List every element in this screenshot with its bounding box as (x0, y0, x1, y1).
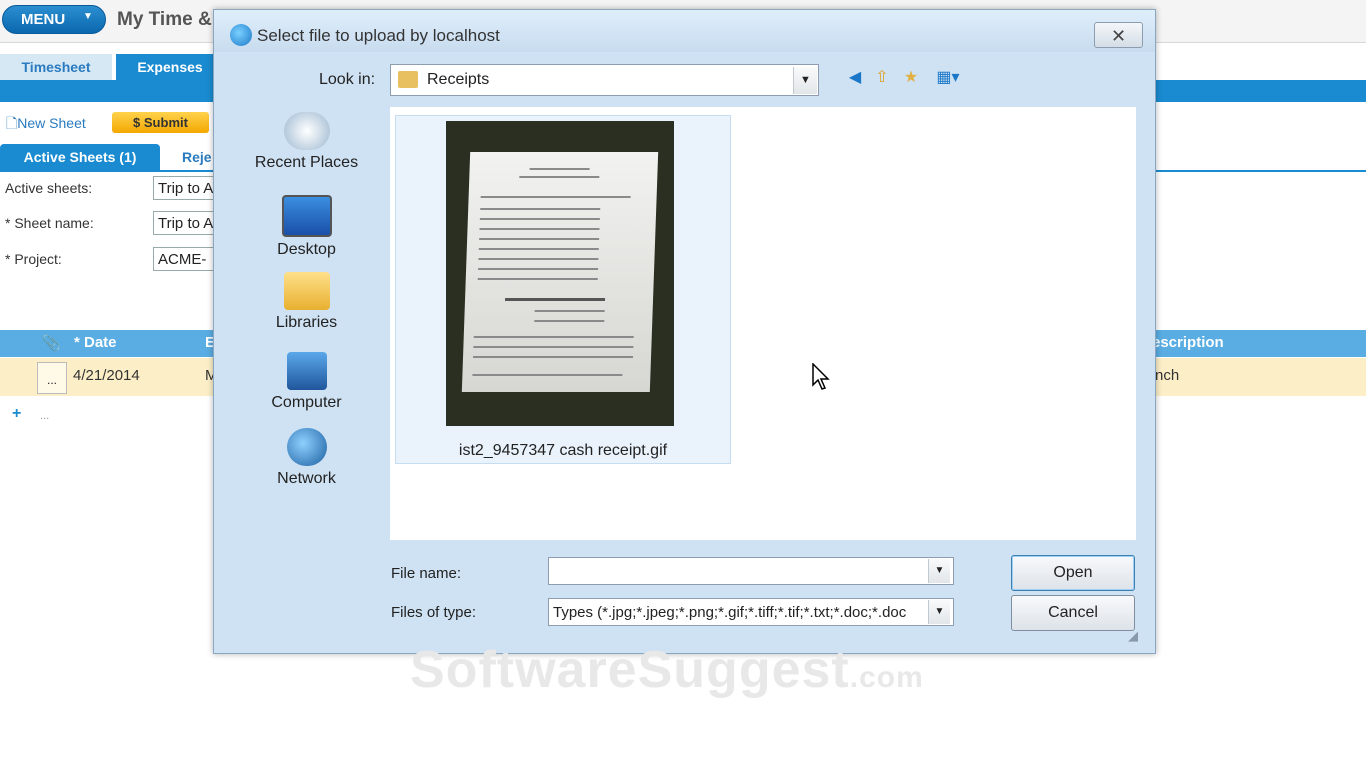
tab-expenses[interactable]: Expenses (116, 54, 224, 80)
desktop-icon (281, 195, 332, 237)
file-name-label: File name: (391, 565, 462, 582)
new-sheet-label: New Sheet (17, 115, 86, 131)
menu-label: MENU (21, 11, 66, 28)
libraries-icon (283, 272, 330, 310)
place-label: Libraries (275, 314, 338, 331)
open-button[interactable]: Open (1011, 555, 1135, 591)
menu-button[interactable]: MENU ▼ (2, 5, 106, 34)
watermark: SoftwareSuggest.com (410, 640, 924, 700)
row-attach-button[interactable]: ... (37, 362, 67, 394)
computer-icon (286, 352, 327, 390)
row-description: nch (1155, 367, 1180, 384)
app-title: My Time & (117, 9, 212, 30)
submit-button[interactable]: $ Submit (112, 112, 209, 133)
attachment-icon: 📎 (42, 335, 61, 352)
place-recent-places[interactable]: Recent Places (234, 112, 379, 172)
chevron-down-icon[interactable]: ▼ (928, 600, 950, 624)
network-icon (286, 428, 327, 466)
place-libraries[interactable]: Libraries (234, 272, 379, 332)
add-row-icon[interactable]: + (12, 405, 21, 423)
browser-icon (230, 24, 252, 46)
active-sheets-label: Active sheets: (5, 180, 93, 196)
place-computer[interactable]: Computer (234, 352, 379, 412)
place-label: Desktop (277, 241, 336, 258)
place-label: Computer (271, 394, 342, 411)
place-label: Recent Places (254, 154, 359, 171)
files-of-type-value: Types (*.jpg;*.jpeg;*.png;*.gif;*.tiff;*… (553, 604, 907, 621)
back-icon[interactable]: ◀ (844, 67, 866, 89)
project-label: * Project: (5, 251, 62, 267)
chevron-down-icon[interactable]: ▼ (793, 67, 817, 94)
grid-header-date[interactable]: * Date (74, 334, 117, 351)
new-sheet-button[interactable]: 🗋New Sheet (6, 113, 86, 137)
view-menu-icon[interactable]: ▦▾ (930, 67, 966, 89)
receipt-image (461, 152, 659, 392)
place-label: Network (277, 470, 336, 487)
file-name-caption: ist2_9457347 cash receipt.gif (458, 442, 668, 459)
dialog-title: Select file to upload by localhost (257, 26, 500, 45)
grid-header-description[interactable]: escription (1152, 334, 1224, 351)
tab-active-sheets[interactable]: Active Sheets (1) (0, 144, 160, 170)
resize-grip-icon[interactable]: ◢ (1128, 628, 1138, 644)
close-button[interactable]: ✕ (1094, 22, 1143, 48)
watermark-suffix: .com (849, 661, 924, 694)
place-network[interactable]: Network (234, 428, 379, 488)
mouse-cursor-icon (812, 363, 830, 390)
add-row-dots: ... (40, 410, 50, 422)
folder-icon (398, 71, 418, 88)
files-of-type-label: Files of type: (391, 604, 477, 621)
recent-places-icon (283, 112, 330, 150)
look-in-value: Receipts (427, 71, 490, 88)
new-sheet-icon: 🗋 (6, 115, 18, 131)
row-date: 4/21/2014 (73, 367, 140, 384)
chevron-down-icon: ▼ (83, 11, 93, 22)
watermark-main: SoftwareSuggest (410, 641, 850, 699)
look-in-label: Look in: (319, 71, 376, 88)
tab-rejected-sheets[interactable]: Reje (182, 149, 212, 165)
up-folder-icon[interactable]: ⇧ (871, 67, 893, 89)
sheet-name-label: * Sheet name: (5, 215, 94, 231)
place-desktop[interactable]: Desktop (234, 195, 379, 259)
tab-timesheet[interactable]: Timesheet (0, 54, 112, 80)
chevron-down-icon[interactable]: ▼ (928, 559, 950, 583)
dollar-icon: $ (133, 115, 144, 130)
file-name-input[interactable] (548, 557, 954, 585)
cancel-button[interactable]: Cancel (1011, 595, 1135, 631)
new-folder-icon[interactable]: ★ (900, 67, 922, 89)
submit-label: Submit (143, 115, 188, 130)
